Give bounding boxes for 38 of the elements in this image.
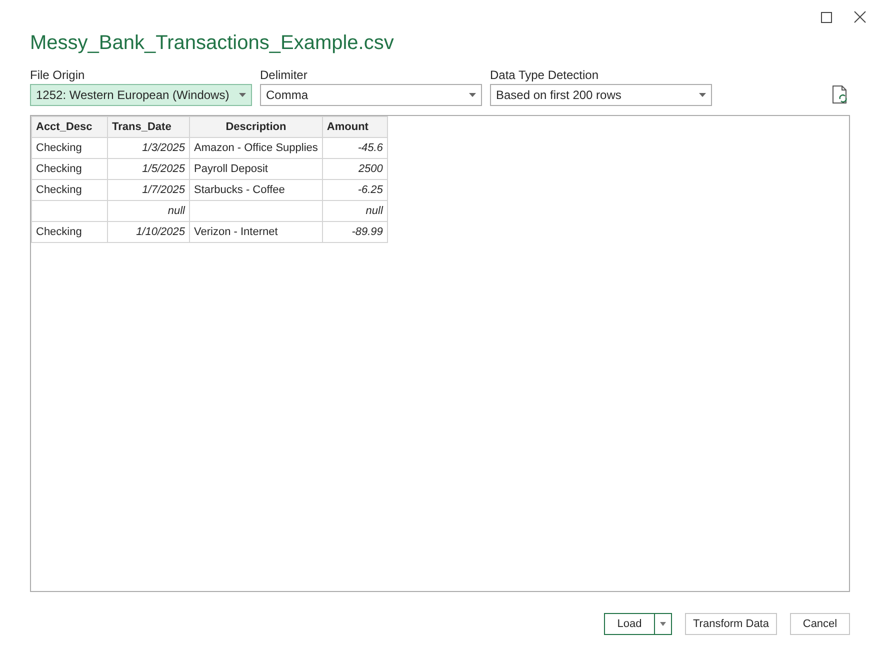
table-cell: Checking [32,222,108,242]
table-cell: Checking [32,180,108,200]
caret-icon [699,93,706,97]
caret-icon [660,622,666,626]
table-cell: -6.25 [322,180,388,200]
table-cell: Verizon - Internet [190,222,322,242]
table-cell: null [108,200,190,222]
dialog-button[interactable]: Transform Data [685,613,777,635]
table-cell: 1/7/2025 [108,180,190,200]
table-cell: Checking [32,158,108,180]
dialog-button[interactable]: Cancel [790,613,850,635]
table-cell: Payroll Deposit [190,158,322,180]
column-header[interactable]: Description [190,116,322,138]
column-header[interactable]: Trans_Date [108,116,190,138]
field-label: File Origin [30,67,85,84]
table-cell: 1/3/2025 [108,138,190,158]
table-cell: Starbucks - Coffee [190,180,322,200]
field-label: Data Type Detection [490,67,599,84]
field-label: Delimiter [260,67,308,84]
maximize-icon[interactable] [820,12,832,22]
table-cell: null [322,200,388,222]
table-cell: Checking [32,138,108,158]
table-cell: -45.6 [322,138,388,158]
column-header[interactable]: Amount [322,116,388,138]
window-title: Messy_Bank_Transactions_Example.csv [30,31,394,56]
close-icon[interactable] [854,11,866,23]
table-cell: -89.99 [322,222,388,242]
dropdown[interactable]: Based on first 200 rows [490,84,712,106]
dropdown[interactable]: 1252: Western European (Windows) [30,84,252,106]
table-cell: 1/10/2025 [108,222,190,242]
table-cell: Amazon - Office Supplies [190,138,322,158]
caret-icon [469,93,476,97]
table-cell: 2500 [322,158,388,180]
column-header[interactable]: Acct_Desc [32,116,108,138]
dropdown[interactable]: Comma [260,84,482,106]
table-cell: 1/5/2025 [108,158,190,180]
caret-icon [239,93,246,97]
refresh-icon[interactable] [832,85,848,104]
